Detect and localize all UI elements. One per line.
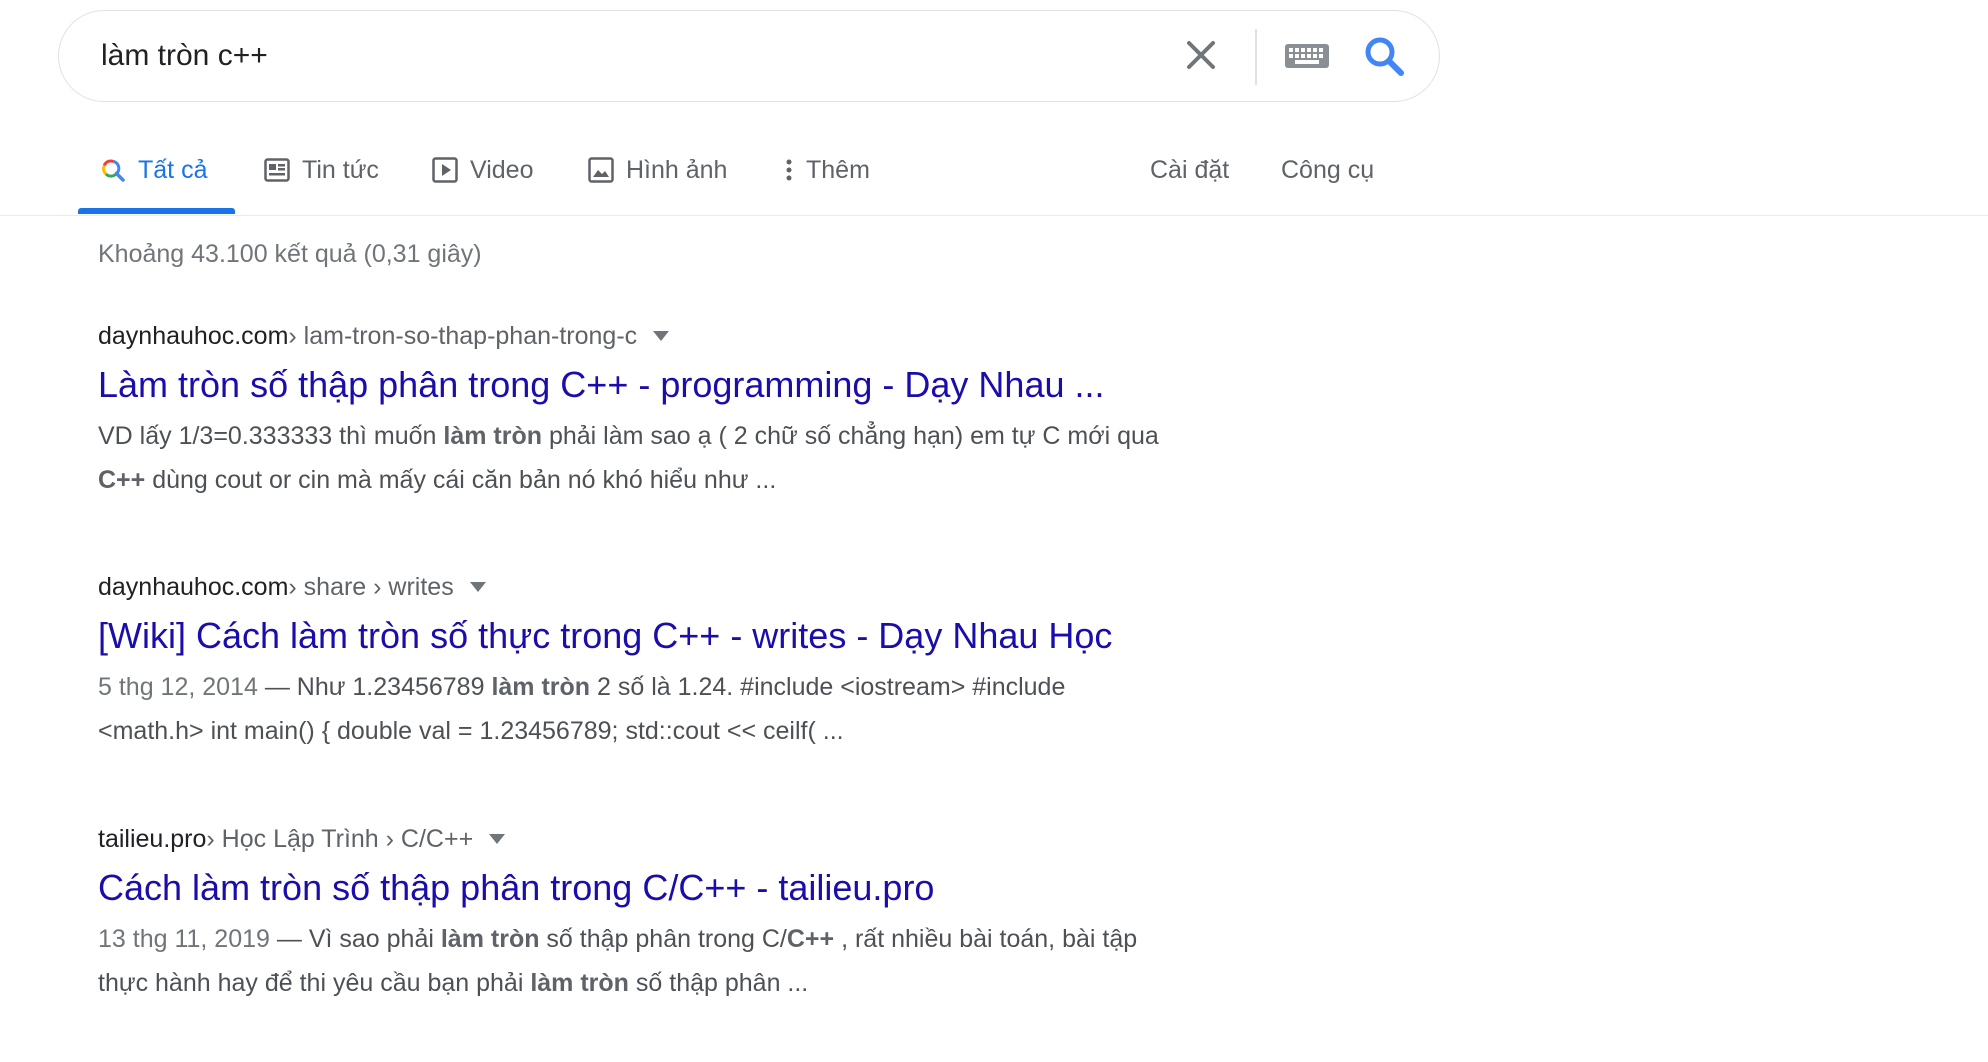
search-result: daynhauhoc.com › share › writes [Wiki] C…: [98, 569, 1298, 753]
result-title-link[interactable]: Làm tròn số thập phân trong C++ - progra…: [98, 362, 1298, 408]
tools-label: Công cụ: [1281, 155, 1375, 184]
tab-label: Video: [470, 155, 534, 184]
more-vert-icon: [784, 157, 794, 183]
snippet-text: 2 số là 1.24. #include <iostream> #inclu…: [590, 673, 1066, 701]
snippet-highlight: làm tròn: [530, 969, 629, 997]
snippet-text: , rất nhiều bài toán, bài tập: [834, 925, 1138, 953]
result-snippet: 5 thg 12, 2014 — Như 1.23456789 làm tròn…: [98, 665, 1298, 753]
snippet-text: số thập phân trong C/: [539, 925, 787, 953]
result-date: 13 thg 11, 2019: [98, 925, 270, 953]
keyboard-icon[interactable]: [1283, 38, 1331, 74]
snippet-text: số thập phân ...: [628, 969, 809, 997]
result-snippet: VD lấy 1/3=0.333333 thì muốn làm tròn ph…: [98, 414, 1298, 502]
caret-down-icon[interactable]: [489, 834, 506, 844]
search-result: tailieu.pro › Học Lập Trình › C/C++ Cách…: [98, 821, 1298, 1005]
result-path: › lam-tron-so-thap-phan-trong-c: [288, 322, 638, 350]
result-url: daynhauhoc.com › share › writes: [98, 569, 1298, 605]
snippet-text: — Vì sao phải: [269, 925, 441, 953]
snippet-highlight: làm tròn: [440, 925, 540, 953]
search-tabs: Tất cả Tin tức Video Hình ảnh Thêm Cài đ…: [0, 126, 1988, 216]
settings-label: Cài đặt: [1150, 155, 1230, 184]
snippet-text: phải làm sao ạ ( 2 chữ số chẳng hạn) em …: [542, 422, 1159, 450]
result-title-link[interactable]: [Wiki] Cách làm tròn số thực trong C++ -…: [98, 613, 1298, 659]
snippet-text: dùng cout or cin mà mấy cái căn bản nó k…: [145, 466, 777, 494]
tab-label: Thêm: [806, 155, 870, 184]
result-domain: tailieu.pro: [98, 825, 207, 853]
snippet-highlight: C++: [786, 925, 835, 953]
tab-news[interactable]: Tin tức: [264, 126, 379, 214]
search-icon[interactable]: [1361, 33, 1407, 79]
result-snippet: 13 thg 11, 2019 — Vì sao phải làm tròn s…: [98, 917, 1298, 1005]
tab-label: Tất cả: [138, 155, 208, 184]
snippet-highlight: làm tròn: [491, 673, 591, 701]
snippet-text: VD lấy 1/3=0.333333 thì muốn: [98, 422, 444, 450]
tab-video[interactable]: Video: [432, 126, 534, 214]
search-input[interactable]: [101, 11, 1101, 100]
tab-more[interactable]: Thêm: [784, 126, 870, 214]
video-icon: [432, 157, 458, 183]
result-domain: daynhauhoc.com: [98, 322, 289, 350]
active-tab-indicator: [78, 208, 235, 214]
snippet-highlight: làm tròn: [443, 422, 542, 450]
result-url: daynhauhoc.com › lam-tron-so-thap-phan-t…: [98, 318, 1298, 354]
image-icon: [588, 157, 614, 183]
caret-down-icon[interactable]: [469, 582, 486, 592]
tab-all[interactable]: Tất cả: [100, 126, 207, 214]
snippet-highlight: C++: [98, 466, 146, 494]
search-result: daynhauhoc.com › lam-tron-so-thap-phan-t…: [98, 318, 1298, 502]
result-title-link[interactable]: Cách làm tròn số thập phân trong C/C++ -…: [98, 865, 1298, 911]
result-path: › share › writes: [288, 573, 454, 601]
news-icon: [264, 158, 290, 182]
settings-link[interactable]: Cài đặt: [1150, 126, 1229, 214]
tools-link[interactable]: Công cụ: [1281, 126, 1374, 214]
tab-label: Hình ảnh: [626, 155, 728, 184]
search-bar[interactable]: [58, 10, 1440, 102]
tab-label: Tin tức: [302, 155, 379, 184]
caret-down-icon[interactable]: [653, 331, 670, 341]
snippet-text: <math.h> int main() { double val = 1.234…: [98, 717, 844, 745]
snippet-text: thực hành hay để thi yêu cầu bạn phải: [98, 969, 531, 997]
result-domain: daynhauhoc.com: [98, 573, 289, 601]
search-icon: [100, 157, 126, 183]
search-bar-divider: [1255, 29, 1257, 85]
result-path: › Học Lập Trình › C/C++: [206, 825, 474, 853]
result-url: tailieu.pro › Học Lập Trình › C/C++: [98, 821, 1298, 857]
result-stats: Khoảng 43.100 kết quả (0,31 giây): [98, 240, 482, 268]
clear-icon[interactable]: [1179, 33, 1223, 77]
result-date: 5 thg 12, 2014: [98, 673, 258, 701]
snippet-text: — Như 1.23456789: [257, 673, 492, 701]
tab-images[interactable]: Hình ảnh: [588, 126, 727, 214]
